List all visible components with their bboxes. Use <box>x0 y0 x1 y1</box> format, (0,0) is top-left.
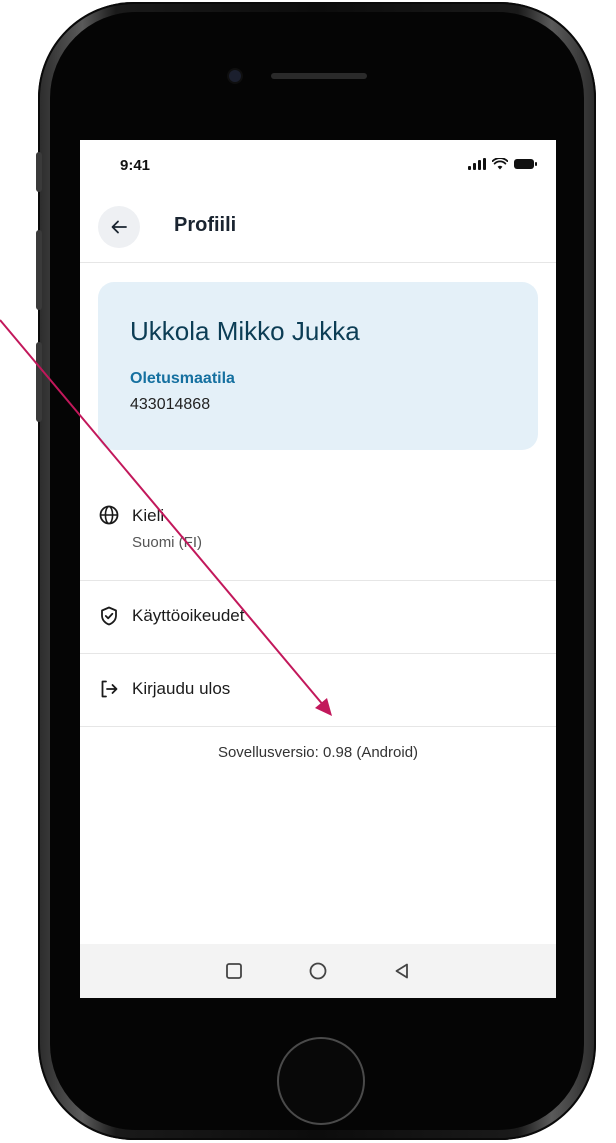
wifi-icon <box>492 158 508 170</box>
menu-item-language[interactable]: Kieli Suomi (FI) <box>80 484 556 581</box>
home-button[interactable] <box>277 1037 365 1125</box>
stage: 9:41 Profiili Ukkola Mikko Jukka Oletusm… <box>0 0 616 1143</box>
default-farm-label: Oletusmaatila <box>130 370 235 387</box>
phone-screen: 9:41 Profiili Ukkola Mikko Jukka Oletusm… <box>80 140 556 998</box>
logout-icon <box>101 680 118 698</box>
menu-label-logout: Kirjaudu ulos <box>132 679 231 698</box>
triangle-back-icon <box>395 963 408 979</box>
status-bar: 9:41 <box>80 140 556 190</box>
battery-icon <box>514 159 537 169</box>
earpiece-speaker <box>271 73 367 79</box>
signal-icon <box>468 158 486 170</box>
app-version: Sovellusversio: 0.98 (Android) <box>217 744 419 761</box>
back-nav-button[interactable] <box>391 960 413 982</box>
menu-sublabel-language: Suomi (FI) <box>132 534 203 551</box>
volume-down-button <box>36 342 42 422</box>
mute-switch <box>36 152 42 192</box>
globe-icon <box>99 505 119 525</box>
menu-item-logout[interactable]: Kirjaudu ulos <box>80 653 556 727</box>
shield-check-icon <box>101 606 117 626</box>
menu-label-permissions: Käyttöoikeudet <box>132 606 245 625</box>
circle-icon <box>309 962 327 980</box>
app-header: Profiili <box>80 190 556 263</box>
profile-name: Ukkola Mikko Jukka <box>130 316 360 346</box>
volume-up-button <box>36 230 42 310</box>
profile-card: Ukkola Mikko Jukka Oletusmaatila 4330148… <box>98 282 538 450</box>
home-nav-button[interactable] <box>307 960 329 982</box>
android-nav-bar <box>80 944 556 998</box>
menu-label-language: Kieli <box>132 506 165 525</box>
menu-item-permissions[interactable]: Käyttöoikeudet <box>80 580 556 654</box>
recent-apps-button[interactable] <box>223 960 245 982</box>
farm-id: 433014868 <box>130 396 211 413</box>
front-camera <box>229 70 241 82</box>
page-title: Profiili <box>174 214 237 236</box>
arrow-left-icon <box>111 220 127 234</box>
status-icons <box>468 158 537 170</box>
square-icon <box>226 963 242 979</box>
back-button[interactable] <box>98 206 140 248</box>
status-time: 9:41 <box>120 157 151 174</box>
